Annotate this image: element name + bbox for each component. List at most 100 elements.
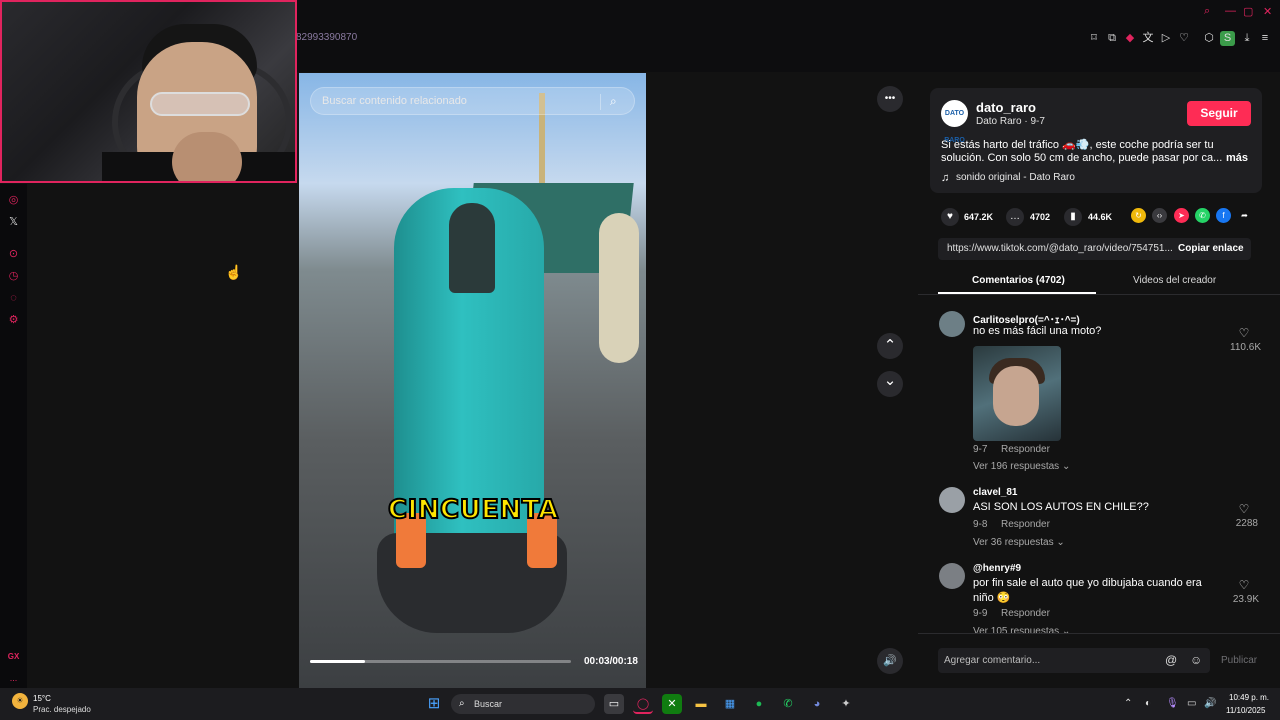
- like-heart-icon[interactable]: ♥: [941, 208, 959, 226]
- related-search-bar[interactable]: Buscar contenido relacionado ⌕: [310, 87, 635, 115]
- embed-icon[interactable]: ‹›: [1152, 208, 1167, 223]
- whatsapp-taskbar-icon[interactable]: ✆: [778, 694, 798, 714]
- video-description-line2: solución. Con solo 50 cm de ancho, puede…: [941, 152, 1223, 164]
- tab-comments[interactable]: Comentarios (4702): [972, 275, 1065, 286]
- comment-username[interactable]: Carlitoselpro(=^･ｪ･^=): [973, 311, 1080, 326]
- video-person: [599, 213, 639, 363]
- reply-button[interactable]: Responder: [1001, 444, 1050, 455]
- start-icon[interactable]: ⊞: [424, 694, 444, 714]
- comment-like-icon[interactable]: ♡: [1237, 502, 1251, 516]
- description-more-link[interactable]: más: [1226, 152, 1248, 164]
- video-player[interactable]: [299, 73, 646, 688]
- history-icon[interactable]: ◷: [7, 270, 20, 283]
- pocket-icon[interactable]: ◆: [1123, 31, 1137, 45]
- comment-avatar[interactable]: [939, 487, 965, 513]
- saves-count: 44.6K: [1088, 212, 1113, 222]
- extensions-icon[interactable]: ⬡: [1202, 31, 1216, 45]
- search-icon[interactable]: ⌕: [1204, 5, 1210, 18]
- comment-date: 9-8: [973, 519, 988, 530]
- tray-app-icon[interactable]: ◐: [1145, 698, 1151, 709]
- comments-count: 4702: [1030, 212, 1051, 222]
- tab-icon[interactable]: ⧉: [1105, 31, 1119, 45]
- previous-video-button[interactable]: ⌃: [877, 333, 903, 359]
- search-divider: [600, 94, 601, 110]
- minimize-icon[interactable]: —: [1225, 5, 1236, 17]
- speaker-icon[interactable]: 🔊: [1204, 698, 1216, 709]
- weather-temp[interactable]: 15°C: [33, 694, 51, 703]
- reply-button[interactable]: Responder: [1001, 608, 1050, 619]
- related-search-placeholder[interactable]: Buscar contenido relacionado: [322, 95, 467, 107]
- search-icon[interactable]: ⌕: [610, 94, 624, 108]
- bookmark-save-icon[interactable]: ▮: [1064, 208, 1082, 226]
- discord-icon[interactable]: ◕: [807, 694, 827, 714]
- comment-like-icon[interactable]: ♡: [1237, 326, 1251, 340]
- whatsapp-icon[interactable]: ✆: [1195, 208, 1210, 223]
- xbox-icon[interactable]: ✕: [662, 694, 682, 714]
- play-circle-icon[interactable]: ⊙: [7, 248, 20, 261]
- comment-username[interactable]: clavel_81: [973, 487, 1018, 498]
- mention-icon[interactable]: @: [1165, 653, 1177, 667]
- next-video-button[interactable]: ⌄: [877, 371, 903, 397]
- emoji-icon[interactable]: ☺: [1190, 653, 1202, 667]
- comment-avatar[interactable]: [939, 311, 965, 337]
- spotify-icon[interactable]: ●: [749, 694, 769, 714]
- file-explorer-icon[interactable]: ▬: [691, 694, 711, 714]
- author-avatar[interactable]: DATO RARO: [941, 100, 968, 144]
- comment-text-continued: niño 😳: [973, 592, 1011, 604]
- copy-link-button[interactable]: Copiar enlace: [1178, 243, 1244, 254]
- translate-icon[interactable]: 文: [1141, 31, 1155, 45]
- store-icon[interactable]: ▦: [720, 694, 740, 714]
- close-icon[interactable]: ✕: [1263, 5, 1272, 18]
- clock-time[interactable]: 10:49 p. m.: [1229, 693, 1269, 702]
- view-replies-link[interactable]: Ver 196 respuestas ⌄: [973, 461, 1070, 472]
- publish-button[interactable]: Publicar: [1221, 655, 1257, 666]
- x-icon[interactable]: 𝕏: [7, 216, 20, 229]
- menu-icon[interactable]: ≡: [1258, 31, 1272, 45]
- tray-overflow-icon[interactable]: ⌃: [1124, 698, 1132, 709]
- comment-text: no es más fácil una moto?: [973, 325, 1102, 337]
- download-icon[interactable]: ⤓: [1240, 31, 1254, 45]
- tab-creator-videos[interactable]: Videos del creador: [1133, 275, 1216, 286]
- microphone-icon[interactable]: 🎙: [1166, 698, 1179, 709]
- reply-button[interactable]: Responder: [1001, 519, 1050, 530]
- volume-button[interactable]: 🔊: [877, 648, 903, 674]
- share-arrow-icon[interactable]: ➦: [1237, 208, 1252, 223]
- comment-username[interactable]: @henry#9: [973, 563, 1021, 574]
- send-icon[interactable]: ▷: [1159, 31, 1173, 45]
- more-options-button[interactable]: •••: [877, 86, 903, 112]
- view-replies-link[interactable]: Ver 36 respuestas ⌄: [973, 537, 1065, 548]
- bookmark-icon[interactable]: ⌑: [1087, 31, 1101, 45]
- instagram-icon[interactable]: ◎: [7, 194, 20, 207]
- comment-likes: 110.6K: [1230, 342, 1261, 353]
- weather-icon[interactable]: ☀: [12, 693, 28, 709]
- progress-fill: [310, 660, 365, 663]
- comment-likes: 2288: [1235, 518, 1258, 529]
- opera-gx-icon[interactable]: ◯: [633, 694, 653, 714]
- heart-icon[interactable]: ♡: [1177, 31, 1191, 45]
- comment-like-icon[interactable]: ♡: [1237, 578, 1251, 592]
- follow-button[interactable]: Seguir: [1187, 101, 1251, 126]
- comment-icon[interactable]: …: [1006, 208, 1024, 226]
- task-view-icon[interactable]: ▭: [604, 694, 624, 714]
- video-car-windshield: [449, 203, 495, 293]
- gx-label: GX: [7, 652, 20, 661]
- author-handle[interactable]: dato_raro: [976, 100, 1036, 115]
- maximize-icon[interactable]: ▢: [1243, 5, 1253, 18]
- taskbar-search-label[interactable]: Buscar: [474, 699, 502, 709]
- music-label[interactable]: sonido original - Dato Raro: [956, 172, 1075, 183]
- video-caption: CINCUENTA: [387, 494, 559, 526]
- settings-icon[interactable]: ⚙: [7, 314, 20, 327]
- share-link-text[interactable]: https://www.tiktok.com/@dato_raro/video/…: [947, 243, 1173, 254]
- repost-icon[interactable]: ↻: [1131, 208, 1146, 223]
- clock-date[interactable]: 11/10/2025: [1226, 706, 1265, 715]
- chat-icon[interactable]: ◌: [7, 292, 20, 305]
- comment-avatar[interactable]: [939, 563, 965, 589]
- network-icon[interactable]: ▭: [1187, 698, 1196, 709]
- sidebar-more-icon[interactable]: ...: [7, 672, 20, 685]
- app-icon[interactable]: ✦: [836, 694, 856, 714]
- taskbar-search[interactable]: [451, 694, 595, 714]
- weather-description[interactable]: Prac. despejado: [33, 705, 91, 714]
- facebook-icon[interactable]: f: [1216, 208, 1231, 223]
- send-to-friends-icon[interactable]: ➤: [1174, 208, 1189, 223]
- profile-icon[interactable]: S: [1220, 31, 1235, 46]
